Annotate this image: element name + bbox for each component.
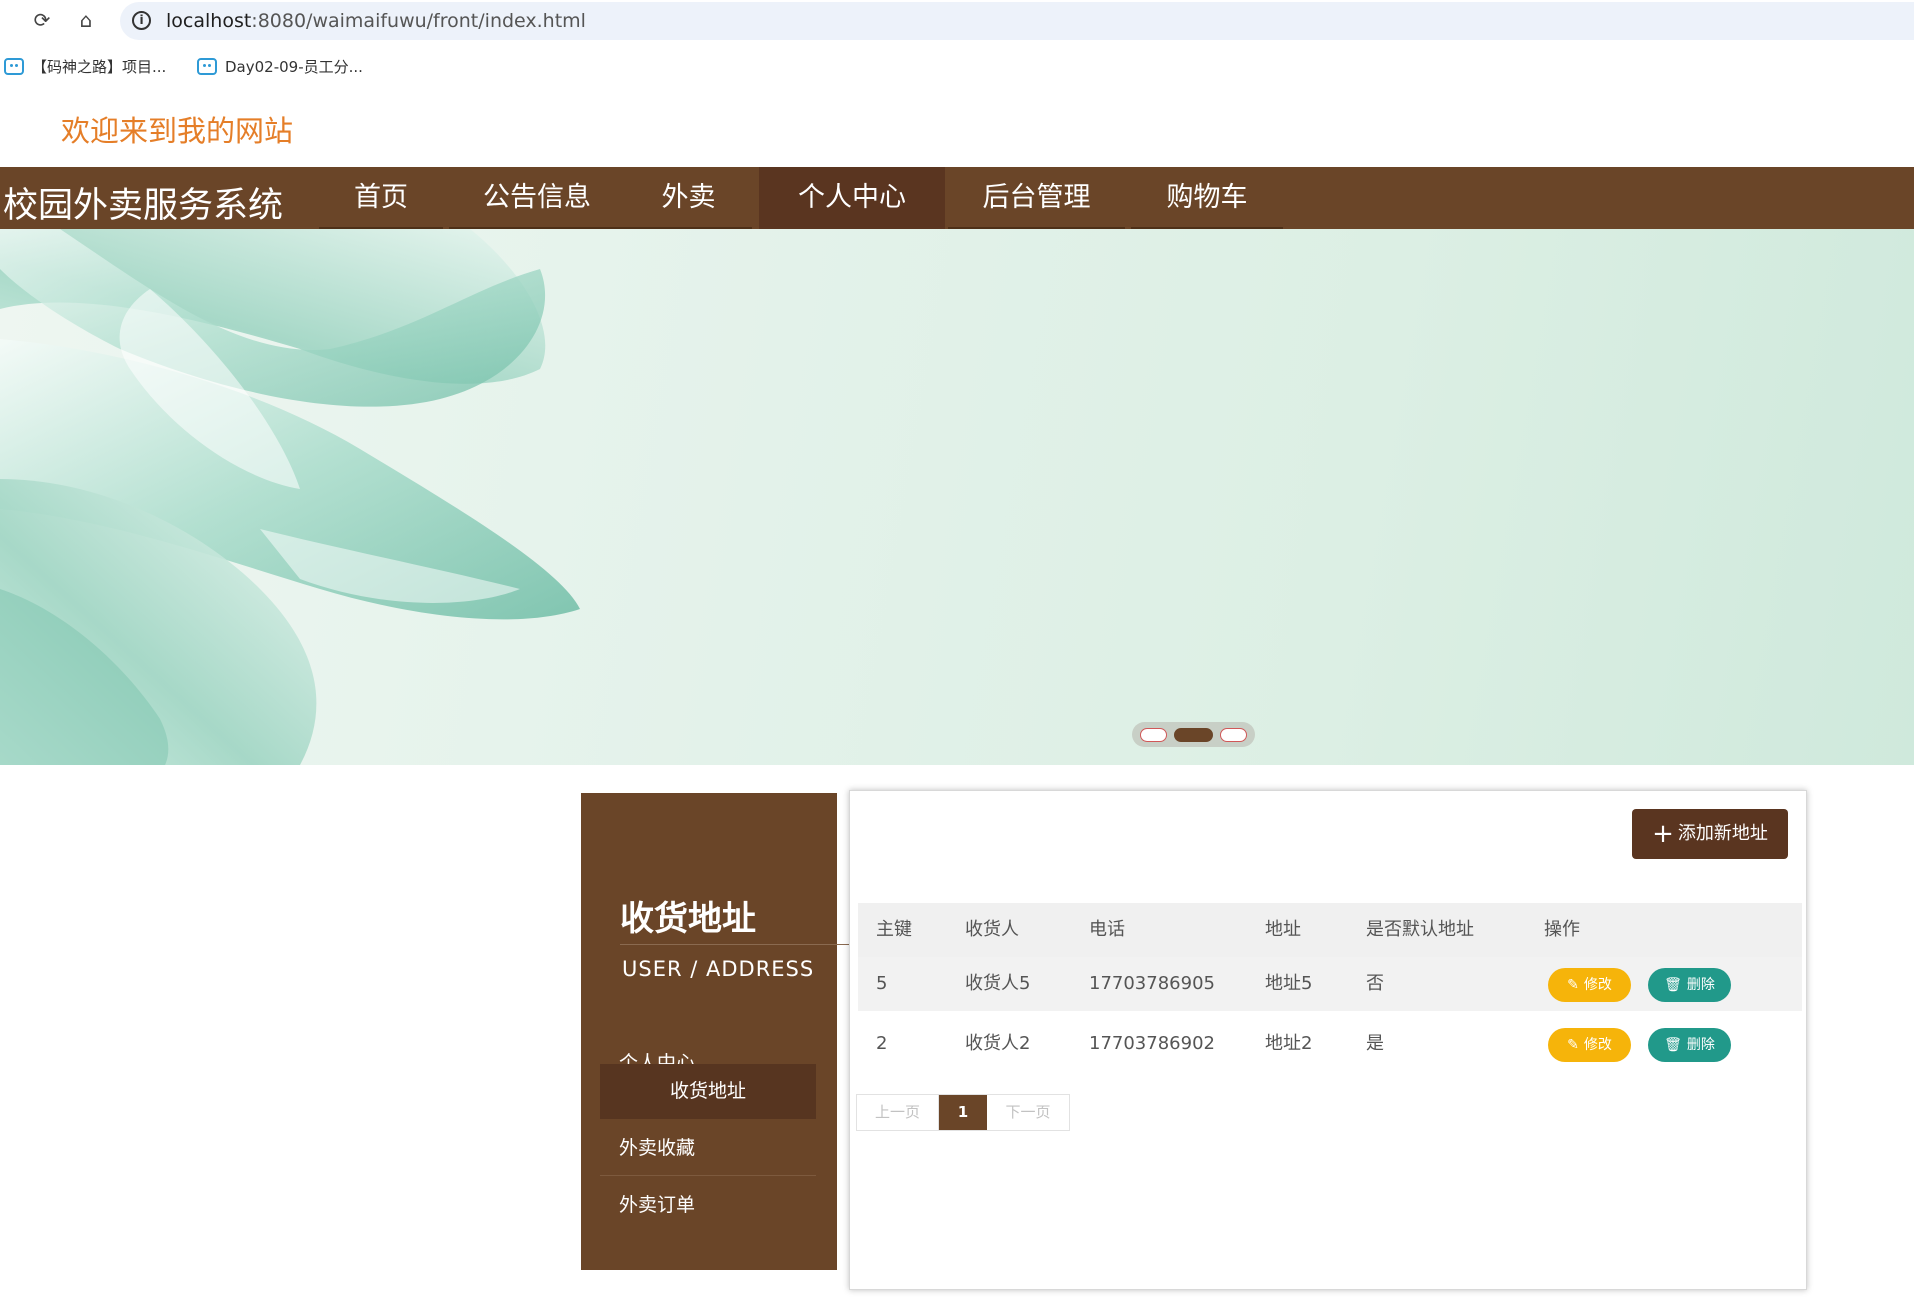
edit-button[interactable]: ✎ 修改: [1548, 1028, 1631, 1062]
plus-icon: +: [1652, 819, 1674, 849]
reload-icon[interactable]: ⟳: [30, 8, 54, 32]
nav-home[interactable]: 首页: [319, 167, 443, 229]
column-header: 主键: [876, 919, 912, 940]
table-row: 2 收货人2 17703786902 地址2 是 ✎ 修改 🗑 删除: [858, 1017, 1802, 1071]
pagination: 上一页 1 下一页: [856, 1094, 1070, 1131]
pencil-icon: ✎: [1567, 977, 1579, 993]
welcome-text: 欢迎来到我的网站: [61, 114, 294, 148]
table-header: 主键 收货人 电话 地址 是否默认地址 操作: [858, 903, 1802, 957]
delete-button[interactable]: 🗑 删除: [1648, 1028, 1731, 1062]
column-header: 地址: [1265, 919, 1301, 940]
column-header: 是否默认地址: [1366, 919, 1474, 940]
pencil-icon: ✎: [1567, 1037, 1579, 1053]
browser-toolbar: ⟳ ⌂ i localhost:8080/waimaifuwu/front/in…: [0, 0, 1914, 40]
nav-personal-center[interactable]: 个人中心: [759, 167, 945, 229]
address-bar[interactable]: i localhost:8080/waimaifuwu/front/index.…: [120, 2, 1914, 40]
carousel-dot[interactable]: [1140, 728, 1167, 742]
sidebar-item-favorites[interactable]: 外卖收藏: [600, 1121, 816, 1176]
add-address-button[interactable]: + 添加新地址: [1632, 809, 1788, 859]
sidebar-item-orders[interactable]: 外卖订单: [600, 1178, 816, 1233]
next-page-button[interactable]: 下一页: [987, 1095, 1069, 1130]
bookmark-item[interactable]: Day02-09-员工分...: [197, 56, 363, 77]
main-navbar: 校园外卖服务系统 首页 公告信息 外卖 个人中心 后台管理 购物车: [0, 167, 1914, 229]
trash-icon: 🗑: [1664, 977, 1682, 993]
bookmarks-bar: 【码神之路】项目... Day02-09-员工分...: [0, 48, 1914, 86]
cell-default: 是: [1366, 1033, 1384, 1054]
column-header: 收货人: [965, 919, 1019, 940]
banner-carousel[interactable]: [0, 229, 1914, 765]
cell-phone: 17703786905: [1089, 973, 1215, 994]
cell-default: 否: [1366, 973, 1384, 994]
column-header: 电话: [1089, 919, 1125, 940]
carousel-indicator: [1132, 722, 1255, 747]
sidebar-divider: [620, 944, 857, 945]
cell-address: 地址2: [1265, 1033, 1313, 1054]
sidebar: 收货地址 USER / ADDRESS 个人中心 收货地址 外卖收藏 外卖订单: [581, 793, 857, 1270]
nav-admin[interactable]: 后台管理: [948, 167, 1125, 229]
current-page[interactable]: 1: [939, 1095, 987, 1130]
cell-phone: 17703786902: [1089, 1033, 1215, 1054]
url-text[interactable]: localhost:8080/waimaifuwu/front/index.ht…: [166, 10, 586, 32]
delete-button[interactable]: 🗑 删除: [1648, 968, 1731, 1002]
carousel-dot-active[interactable]: [1174, 728, 1213, 742]
flower-image: [0, 229, 580, 765]
bilibili-icon: [4, 58, 24, 75]
nav-notices[interactable]: 公告信息: [449, 167, 625, 229]
sidebar-item-address[interactable]: 收货地址: [600, 1064, 816, 1119]
cell-id: 5: [876, 973, 888, 994]
sidebar-title: 收货地址: [620, 899, 756, 939]
address-panel: + 添加新地址 主键 收货人 电话 地址 是否默认地址 操作 5 收货人5 177…: [849, 790, 1807, 1290]
site-info-icon[interactable]: i: [132, 11, 151, 30]
carousel-dot[interactable]: [1220, 728, 1247, 742]
home-icon[interactable]: ⌂: [74, 8, 98, 32]
edit-button[interactable]: ✎ 修改: [1548, 968, 1631, 1002]
cell-id: 2: [876, 1033, 888, 1054]
column-header: 操作: [1544, 919, 1580, 940]
prev-page-button[interactable]: 上一页: [857, 1095, 939, 1130]
cell-address: 地址5: [1265, 973, 1313, 994]
nav-takeout[interactable]: 外卖: [625, 167, 752, 229]
bookmark-item[interactable]: 【码神之路】项目...: [4, 56, 166, 77]
trash-icon: 🗑: [1664, 1037, 1682, 1053]
sidebar-subtitle: USER / ADDRESS: [622, 957, 815, 981]
bilibili-icon: [197, 58, 217, 75]
cell-name: 收货人5: [965, 973, 1031, 994]
nav-cart[interactable]: 购物车: [1131, 167, 1283, 229]
cell-name: 收货人2: [965, 1033, 1031, 1054]
table-row: 5 收货人5 17703786905 地址5 否 ✎ 修改 🗑 删除: [858, 957, 1802, 1011]
site-brand: 校园外卖服务系统: [3, 186, 284, 226]
